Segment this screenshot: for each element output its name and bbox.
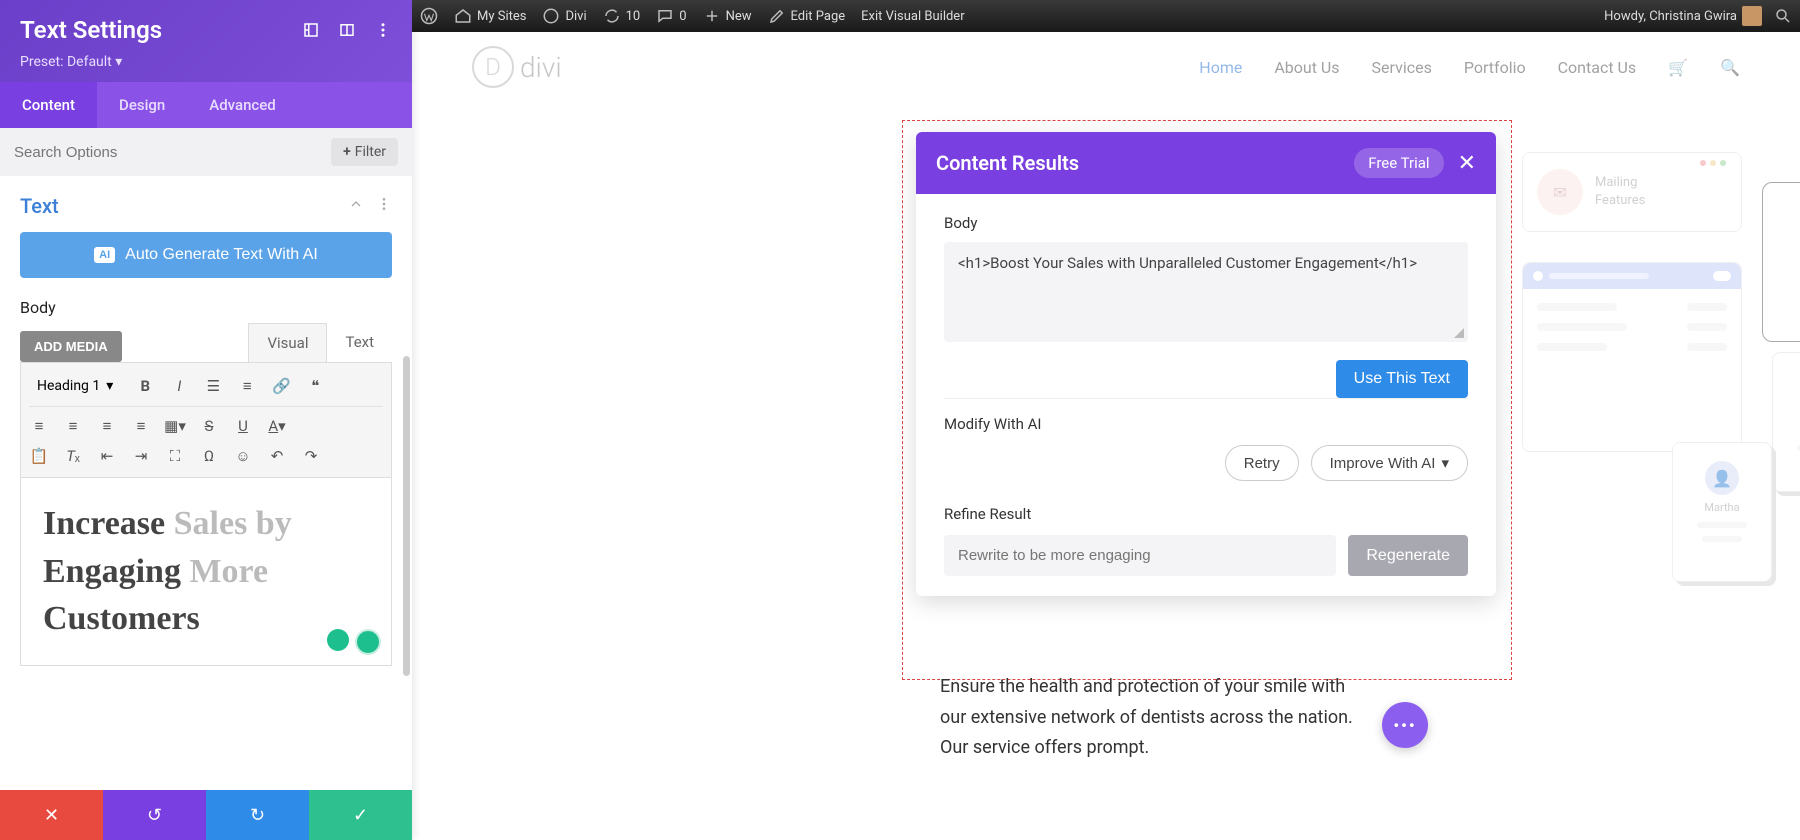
new-link[interactable]: New bbox=[703, 7, 752, 25]
italic-icon[interactable]: I bbox=[169, 376, 189, 396]
search-row: +Filter bbox=[0, 128, 412, 176]
tab-design[interactable]: Design bbox=[97, 82, 187, 128]
emoji-icon[interactable]: ☺ bbox=[233, 446, 253, 466]
user-greeting[interactable]: Howdy, Christina Gwira bbox=[1604, 6, 1762, 26]
free-trial-button[interactable]: Free Trial bbox=[1354, 148, 1443, 178]
editor-toolbar: Heading 1▾ B I ☰ ≡ 🔗 ❝ ≡ ≡ ≡ ≡ ▦▾ S U A▾… bbox=[20, 362, 392, 478]
page-canvas: Ddivi Home About Us Services Portfolio C… bbox=[412, 32, 1800, 840]
wp-admin-bar: My Sites Divi 10 0 New Edit Page Exit Vi… bbox=[412, 0, 1800, 32]
updates-link[interactable]: 10 bbox=[603, 7, 641, 25]
cancel-button[interactable]: ✕ bbox=[0, 790, 103, 840]
textcolor-icon[interactable]: A▾ bbox=[267, 416, 287, 436]
expand-icon[interactable] bbox=[302, 21, 320, 39]
fullscreen-icon[interactable]: ⛶ bbox=[165, 446, 185, 466]
more-icon[interactable] bbox=[374, 21, 392, 39]
nav-portfolio[interactable]: Portfolio bbox=[1464, 58, 1526, 77]
redo-icon[interactable]: ↷ bbox=[301, 446, 321, 466]
redo-button[interactable]: ↻ bbox=[206, 790, 309, 840]
bullet-list-icon[interactable]: ☰ bbox=[203, 376, 223, 396]
align-left-icon[interactable]: ≡ bbox=[29, 416, 49, 436]
underline-icon[interactable]: U bbox=[233, 416, 253, 436]
body-label: Body bbox=[20, 298, 392, 317]
confirm-button[interactable]: ✓ bbox=[309, 790, 412, 840]
nav-about[interactable]: About Us bbox=[1274, 58, 1339, 77]
tab-content[interactable]: Content bbox=[0, 82, 97, 128]
strike-icon[interactable]: S bbox=[199, 416, 219, 436]
nav-services[interactable]: Services bbox=[1372, 58, 1432, 77]
modal-header: Content Results Free Trial ✕ bbox=[916, 132, 1496, 194]
search-icon[interactable]: 🔍 bbox=[1720, 58, 1740, 77]
search-input[interactable] bbox=[14, 144, 321, 161]
editor-tab-visual[interactable]: Visual bbox=[248, 323, 327, 362]
nav-contact[interactable]: Contact Us bbox=[1558, 58, 1637, 77]
section-title: Text bbox=[20, 194, 59, 218]
link-icon[interactable]: 🔗 bbox=[271, 376, 291, 396]
retry-button[interactable]: Retry bbox=[1225, 445, 1299, 481]
grammarly-badge[interactable] bbox=[327, 629, 381, 655]
quote-icon[interactable]: ❝ bbox=[305, 376, 325, 396]
my-sites-link[interactable]: My Sites bbox=[454, 7, 526, 25]
site-header: Ddivi Home About Us Services Portfolio C… bbox=[412, 32, 1800, 118]
improve-ai-button[interactable]: Improve With AI▾ bbox=[1311, 445, 1468, 481]
section-more-icon[interactable] bbox=[376, 196, 392, 216]
bold-icon[interactable]: B bbox=[135, 376, 155, 396]
omega-icon[interactable]: Ω bbox=[199, 446, 219, 466]
preset-select[interactable]: Preset: Default ▾ bbox=[20, 54, 392, 70]
comments-link[interactable]: 0 bbox=[656, 7, 686, 25]
use-this-text-button[interactable]: Use This Text bbox=[1336, 360, 1468, 398]
align-justify-icon[interactable]: ≡ bbox=[131, 416, 151, 436]
edit-page-link[interactable]: Edit Page bbox=[768, 7, 846, 25]
outdent-icon[interactable]: ⇤ bbox=[97, 446, 117, 466]
site-nav: Home About Us Services Portfolio Contact… bbox=[1199, 58, 1740, 77]
result-textarea[interactable]: <h1>Boost Your Sales with Unparalleled C… bbox=[944, 242, 1468, 342]
filter-button[interactable]: +Filter bbox=[331, 138, 398, 166]
nav-home[interactable]: Home bbox=[1199, 58, 1242, 77]
undo-icon[interactable]: ↶ bbox=[267, 446, 287, 466]
tab-advanced[interactable]: Advanced bbox=[187, 82, 297, 128]
refine-label: Refine Result bbox=[944, 505, 1468, 523]
admin-search-icon[interactable] bbox=[1774, 7, 1792, 25]
add-media-button[interactable]: ADD MEDIA bbox=[20, 331, 122, 362]
cart-icon[interactable]: 🛒 bbox=[1668, 58, 1688, 77]
page-body-text: Ensure the health and protection of your… bbox=[940, 672, 1370, 764]
modal-body-label: Body bbox=[944, 214, 1468, 232]
builder-fab[interactable]: ••• bbox=[1382, 702, 1428, 748]
paste-icon[interactable]: 📋 bbox=[29, 446, 49, 466]
site-logo[interactable]: Ddivi bbox=[472, 46, 562, 88]
panel-title: Text Settings bbox=[20, 16, 162, 44]
regenerate-button[interactable]: Regenerate bbox=[1348, 535, 1468, 576]
modal-title: Content Results bbox=[936, 151, 1079, 175]
clear-format-icon[interactable]: Tₓ bbox=[63, 446, 83, 466]
align-center-icon[interactable]: ≡ bbox=[63, 416, 83, 436]
wp-logo[interactable] bbox=[420, 7, 438, 25]
content-results-modal: Content Results Free Trial ✕ Body <h1>Bo… bbox=[916, 132, 1496, 596]
numbered-list-icon[interactable]: ≡ bbox=[237, 376, 257, 396]
page-illustration: ✉ MailingFeatures 👤 Edw ard 👤 Martha bbox=[1522, 152, 1800, 672]
collapse-icon[interactable] bbox=[348, 196, 364, 216]
table-icon[interactable]: ▦▾ bbox=[165, 416, 185, 436]
panel-header: Text Settings Preset: Default ▾ bbox=[0, 0, 412, 82]
modify-label: Modify With AI bbox=[944, 415, 1468, 433]
ai-badge-icon: AI bbox=[94, 247, 115, 263]
panel-scrollbar[interactable] bbox=[403, 356, 410, 676]
undo-button[interactable]: ↺ bbox=[103, 790, 206, 840]
divi-link[interactable]: Divi bbox=[542, 7, 586, 25]
editor-heading: Increase Sales by Engaging More Customer… bbox=[43, 500, 369, 643]
exit-builder-link[interactable]: Exit Visual Builder bbox=[861, 9, 964, 24]
indent-icon[interactable]: ⇥ bbox=[131, 446, 151, 466]
editor-tab-text[interactable]: Text bbox=[327, 323, 392, 362]
auto-generate-ai-button[interactable]: AI Auto Generate Text With AI bbox=[20, 232, 392, 278]
settings-panel: Text Settings Preset: Default ▾ Content … bbox=[0, 0, 412, 840]
columns-icon[interactable] bbox=[338, 21, 356, 39]
panel-footer: ✕ ↺ ↻ ✓ bbox=[0, 790, 412, 840]
editor-content[interactable]: Increase Sales by Engaging More Customer… bbox=[20, 478, 392, 666]
avatar bbox=[1742, 6, 1762, 26]
align-right-icon[interactable]: ≡ bbox=[97, 416, 117, 436]
panel-body: Text AI Auto Generate Text With AI Body … bbox=[0, 176, 412, 790]
panel-tabs: Content Design Advanced bbox=[0, 82, 412, 128]
refine-input[interactable] bbox=[944, 535, 1336, 576]
close-icon[interactable]: ✕ bbox=[1458, 151, 1476, 176]
heading-select[interactable]: Heading 1▾ bbox=[29, 374, 121, 398]
